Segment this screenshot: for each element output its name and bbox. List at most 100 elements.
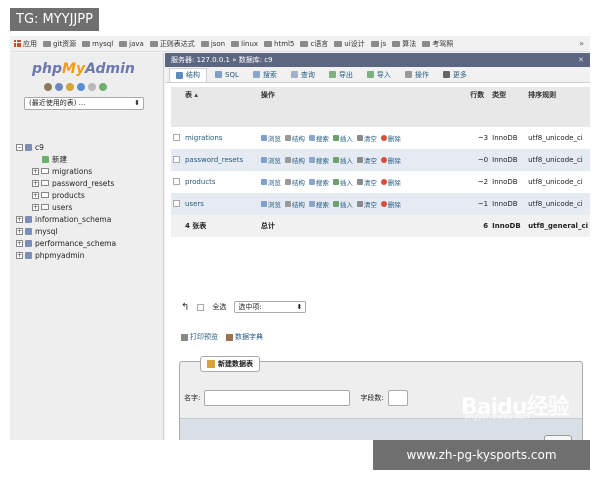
action-browse[interactable]: 浏览 (260, 177, 281, 187)
tree-db-phpmyadmin[interactable]: + phpmyadmin (16, 249, 164, 261)
select-all-checkbox[interactable] (197, 303, 205, 311)
tab-sql[interactable]: SQL (209, 68, 245, 82)
action-drop[interactable]: 删除 (380, 177, 401, 187)
action-empty[interactable]: 清空 (356, 133, 377, 143)
expand-icon[interactable]: + (32, 191, 39, 199)
tab-query[interactable]: 查询 (285, 68, 321, 82)
row-checkbox[interactable] (173, 177, 180, 185)
tab-structure[interactable]: 结构 (169, 67, 207, 82)
bookmark-item[interactable]: 考驾照 (422, 39, 453, 49)
recent-tables-select[interactable]: (最近使用的表) ... ⬍ (24, 97, 144, 110)
table-name-link[interactable]: password_resets (182, 149, 259, 171)
action-search[interactable]: 搜索 (308, 155, 329, 165)
help-icon[interactable] (77, 83, 85, 91)
bookmark-item[interactable]: 算法 (392, 39, 416, 49)
bookmark-item[interactable]: mysql (82, 40, 113, 48)
tree-new-table[interactable]: 新建 (16, 153, 164, 165)
action-insert[interactable]: 插入 (332, 155, 353, 165)
bookmarks-more-icon[interactable]: » (579, 39, 590, 48)
breadcrumb-text[interactable]: 服务器: 127.0.0.1 » 数据库: c9 (171, 56, 273, 64)
expand-icon[interactable]: + (16, 215, 23, 223)
logout-icon[interactable] (55, 83, 63, 91)
summary-empty-cell (171, 215, 183, 237)
table-name-link[interactable]: migrations (182, 127, 259, 149)
home-icon[interactable] (44, 83, 52, 91)
tab-dropdown[interactable]: 更多 (437, 68, 473, 82)
top-overlay-tag: TG: MYYJJPP (10, 8, 99, 31)
settings-icon[interactable] (88, 83, 96, 91)
tab-import[interactable]: 导入 (361, 68, 397, 82)
tree-db-performance_schema[interactable]: + performance_schema (16, 237, 164, 249)
action-drop[interactable]: 删除 (380, 199, 401, 209)
bookmark-item[interactable]: html5 (264, 40, 294, 48)
collapse-icon[interactable]: − (16, 143, 23, 151)
bookmark-item[interactable]: ui设计 (334, 39, 365, 49)
action-insert[interactable]: 插入 (332, 133, 353, 143)
action-empty[interactable]: 清空 (356, 177, 377, 187)
query-window-icon[interactable] (66, 83, 74, 91)
bookmark-item[interactable]: 应用 (14, 39, 37, 49)
tree-db-information_schema[interactable]: + information_schema (16, 213, 164, 225)
tree-db-mysql[interactable]: + mysql (16, 225, 164, 237)
action-drop[interactable]: 删除 (380, 133, 401, 143)
action-insert[interactable]: 插入 (332, 177, 353, 187)
action-structure[interactable]: 结构 (284, 199, 305, 209)
with-selected-select[interactable]: 选中项: ⬍ (234, 301, 307, 313)
action-search[interactable]: 搜索 (308, 177, 329, 187)
table-name-link[interactable]: users (182, 193, 259, 215)
action-search[interactable]: 搜索 (308, 133, 329, 143)
tab-search[interactable]: 搜索 (247, 68, 283, 82)
action-browse[interactable]: 浏览 (260, 133, 281, 143)
action-empty[interactable]: 清空 (356, 155, 377, 165)
bookmark-item[interactable]: linux (231, 40, 258, 48)
header-table[interactable]: 表 ▴ (182, 87, 259, 127)
row-checkbox[interactable] (173, 155, 180, 163)
bookmark-item[interactable]: js (370, 40, 386, 48)
action-structure[interactable]: 结构 (284, 177, 305, 187)
summary-collation: utf8_general_ci (526, 215, 590, 237)
expand-icon[interactable]: + (32, 167, 39, 175)
table-name-input[interactable] (204, 390, 351, 406)
tab-wrench[interactable]: 操作 (399, 68, 435, 82)
expand-icon[interactable]: + (32, 203, 39, 211)
action-label: 搜索 (315, 201, 329, 209)
expand-icon[interactable]: + (16, 227, 23, 235)
action-structure[interactable]: 结构 (284, 155, 305, 165)
action-drop[interactable]: 删除 (380, 155, 401, 165)
header-rows[interactable]: 行数 (468, 87, 491, 127)
reload-icon[interactable] (99, 83, 107, 91)
expand-icon[interactable]: + (32, 179, 39, 187)
close-icon[interactable]: ✕ (578, 53, 584, 67)
bookmark-item[interactable]: git资源 (43, 39, 76, 49)
action-insert[interactable]: 插入 (332, 199, 353, 209)
select-all-label[interactable]: 全选 (212, 302, 226, 312)
bookmark-item[interactable]: 正则表达式 (149, 39, 195, 49)
action-structure[interactable]: 结构 (284, 133, 305, 143)
bookmark-item[interactable]: c语言 (300, 39, 328, 49)
bookmark-item[interactable]: java (119, 40, 144, 48)
action-empty[interactable]: 清空 (356, 199, 377, 209)
header-type[interactable]: 类型 (490, 87, 527, 127)
tree-table-password_resets[interactable]: + password_resets (16, 177, 164, 189)
row-checkbox[interactable] (173, 133, 180, 141)
bookmark-item[interactable]: json (200, 40, 225, 48)
table-name-link[interactable]: products (182, 171, 259, 193)
tab-label: 查询 (300, 70, 315, 79)
action-browse[interactable]: 浏览 (260, 199, 281, 209)
expand-icon[interactable]: + (16, 251, 23, 259)
tree-table-products[interactable]: + products (16, 189, 164, 201)
expand-icon[interactable]: + (16, 239, 23, 247)
header-collation[interactable]: 排序规则 (526, 87, 590, 127)
field-count-input[interactable] (387, 390, 408, 406)
action-browse[interactable]: 浏览 (260, 155, 281, 165)
tree-db-c9[interactable]: − c9 (16, 141, 164, 153)
phpmyadmin-logo[interactable]: phpMyAdmin (32, 61, 135, 77)
tab-export[interactable]: 导出 (323, 68, 359, 82)
action-search[interactable]: 搜索 (308, 199, 329, 209)
print-view-link[interactable]: 打印预览 (181, 332, 218, 342)
data-dictionary-link[interactable]: 数据字典 (226, 332, 263, 342)
tree-table-users[interactable]: + users (16, 201, 164, 213)
tree-table-migrations[interactable]: + migrations (16, 165, 164, 177)
row-checkbox[interactable] (173, 199, 180, 207)
empty-icon (356, 201, 363, 207)
